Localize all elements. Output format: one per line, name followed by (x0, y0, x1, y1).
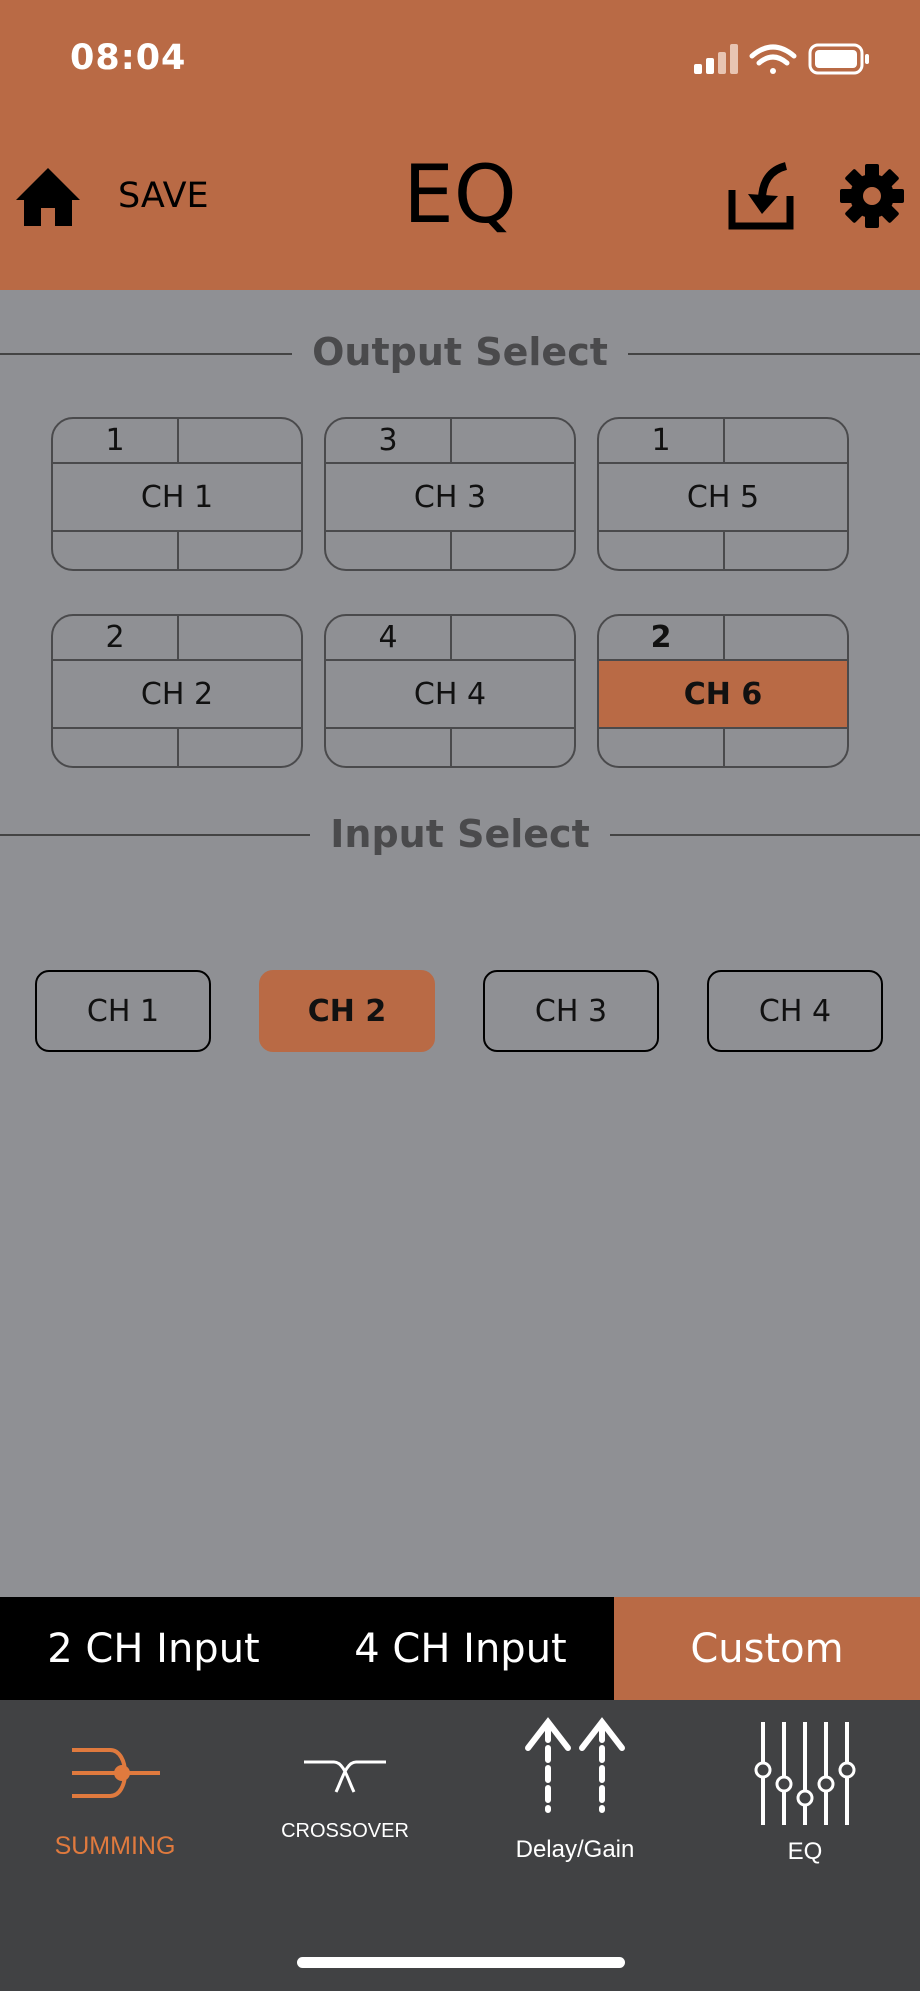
home-icon[interactable] (12, 160, 84, 232)
mode-selector: 2 CH Input 4 CH Input Custom (0, 1597, 920, 1700)
output-channel-label: CH 4 (413, 676, 487, 712)
output-channel-6[interactable]: 2 CH 6 (597, 614, 849, 768)
output-channel-input-number: 3 (378, 423, 398, 458)
mode-4ch-input-button[interactable]: 4 CH Input (307, 1597, 614, 1700)
tab-summing-label: SUMMING (54, 1832, 176, 1860)
wifi-icon (749, 44, 797, 74)
gear-icon[interactable] (836, 160, 908, 232)
output-channel-input-number: 4 (378, 620, 398, 655)
output-channel-input-number: 2 (105, 620, 125, 655)
input-channel-3-button[interactable]: CH 3 (483, 970, 659, 1052)
app-header: 08:04 SAVE EQ (0, 0, 920, 290)
input-channel-2-button[interactable]: CH 2 (259, 970, 435, 1052)
download-icon[interactable] (726, 160, 798, 232)
home-indicator[interactable] (297, 1957, 625, 1968)
status-time: 08:04 (70, 38, 187, 78)
tab-delay-gain[interactable]: Delay/Gain (460, 1700, 690, 1900)
output-select-title: Output Select (0, 330, 920, 374)
tab-crossover-label: CROSSOVER (281, 1820, 409, 1842)
delay-gain-icon (525, 1717, 625, 1813)
output-channel-4[interactable]: 4 CH 4 (324, 614, 576, 768)
mode-custom-button[interactable]: Custom (614, 1597, 920, 1700)
output-channel-label: CH 2 (140, 676, 214, 712)
tab-delay-gain-label: Delay/Gain (515, 1836, 635, 1863)
status-icons (694, 43, 869, 75)
output-channel-label: CH 1 (140, 479, 214, 515)
output-channel-2[interactable]: 2 CH 2 (51, 614, 303, 768)
tab-crossover[interactable]: CROSSOVER (230, 1700, 460, 1900)
tab-summing[interactable]: SUMMING (0, 1700, 230, 1900)
output-channel-label: CH 3 (413, 479, 487, 515)
output-channel-label: CH 6 (599, 661, 847, 727)
output-channel-input-number: 1 (105, 423, 125, 458)
eq-sliders-icon (754, 1722, 856, 1825)
save-button[interactable]: SAVE (118, 176, 209, 216)
tab-eq[interactable]: EQ (690, 1700, 920, 1900)
output-channel-input-number: 2 (650, 620, 672, 655)
tab-eq-label: EQ (787, 1838, 823, 1865)
mode-2ch-input-button[interactable]: 2 CH Input (0, 1597, 307, 1700)
output-channel-3[interactable]: 3 CH 3 (324, 417, 576, 571)
output-channel-label: CH 5 (686, 479, 760, 515)
input-channel-4-button[interactable]: CH 4 (707, 970, 883, 1052)
output-channel-input-number: 1 (651, 423, 671, 458)
input-select-title: Input Select (0, 812, 920, 856)
cellular-signal-icon (694, 44, 738, 74)
battery-icon (808, 43, 869, 75)
output-channel-1[interactable]: 1 CH 1 (51, 417, 303, 571)
output-channel-5[interactable]: 1 CH 5 (597, 417, 849, 571)
summing-icon (72, 1748, 160, 1798)
input-channel-1-button[interactable]: CH 1 (35, 970, 211, 1052)
bottom-tab-bar: SUMMING CROSSOVER Delay/Gain EQ (0, 1700, 920, 1991)
